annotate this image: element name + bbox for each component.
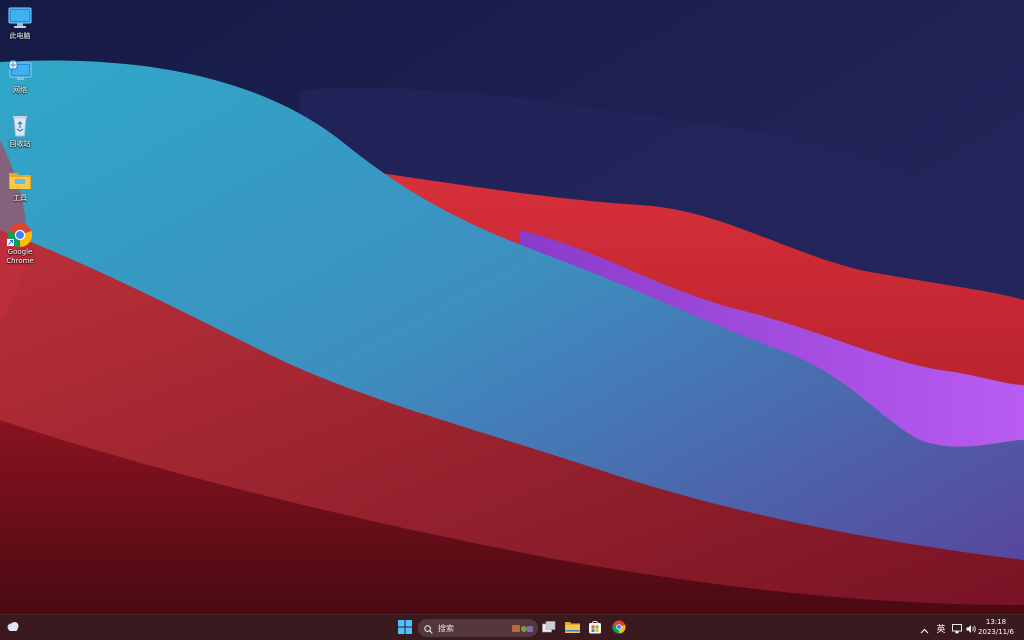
desktop-icon-this-pc[interactable]: 此电脑 bbox=[0, 6, 40, 41]
taskbar: 搜索 英 13:18 2023/11/6 bbox=[0, 614, 1024, 640]
chrome-icon bbox=[612, 619, 626, 638]
file-explorer-icon bbox=[564, 619, 580, 638]
search-highlight-icon bbox=[510, 619, 534, 638]
desktop-icon-recycle-bin[interactable]: 回收站 bbox=[0, 114, 40, 149]
volume-icon bbox=[966, 619, 977, 638]
computer-icon bbox=[7, 6, 33, 30]
search-label: 搜索 bbox=[438, 623, 454, 633]
recycle-bin-icon bbox=[7, 114, 33, 138]
desktop-icon-label: 工具 bbox=[13, 194, 27, 202]
store-button[interactable] bbox=[586, 619, 604, 637]
desktop-icon-google-chrome[interactable]: Google Chrome bbox=[0, 222, 40, 266]
desktop[interactable]: 此电脑 网络 回收站 工具 Google Chrome bbox=[0, 0, 1024, 614]
chrome-taskbar-button[interactable] bbox=[610, 619, 628, 637]
clock[interactable]: 13:18 2023/11/6 bbox=[976, 617, 1016, 637]
task-view-icon bbox=[542, 619, 556, 638]
network-volume-button[interactable] bbox=[950, 619, 978, 637]
desktop-icon-label: Google Chrome bbox=[6, 248, 34, 265]
chrome-icon bbox=[7, 222, 33, 248]
start-icon bbox=[398, 619, 412, 638]
input-method-indicator[interactable]: 英 bbox=[934, 619, 948, 637]
weather-icon bbox=[6, 619, 20, 638]
desktop-icon-tools-folder[interactable]: 工具 bbox=[0, 168, 40, 203]
store-icon bbox=[588, 619, 602, 638]
network-icon bbox=[951, 619, 963, 638]
search-box[interactable]: 搜索 bbox=[418, 619, 538, 637]
wallpaper bbox=[0, 0, 1024, 614]
desktop-icon-network[interactable]: 网络 bbox=[0, 60, 40, 95]
desktop-icon-label: 网络 bbox=[13, 86, 27, 94]
desktop-icon-label: 回收站 bbox=[9, 140, 31, 148]
desktop-icon-label: 此电脑 bbox=[9, 32, 31, 40]
clock-time: 13:18 bbox=[985, 618, 1007, 626]
clock-date: 2023/11/6 bbox=[978, 628, 1014, 636]
chevron-up-icon bbox=[920, 619, 929, 638]
start-button[interactable] bbox=[396, 619, 414, 637]
widgets-button[interactable] bbox=[4, 619, 22, 637]
file-explorer-button[interactable] bbox=[563, 619, 581, 637]
show-hidden-icons-button[interactable] bbox=[917, 619, 931, 637]
folder-icon bbox=[7, 168, 33, 192]
search-icon bbox=[424, 619, 433, 638]
network-icon bbox=[7, 60, 33, 84]
task-view-button[interactable] bbox=[540, 619, 558, 637]
